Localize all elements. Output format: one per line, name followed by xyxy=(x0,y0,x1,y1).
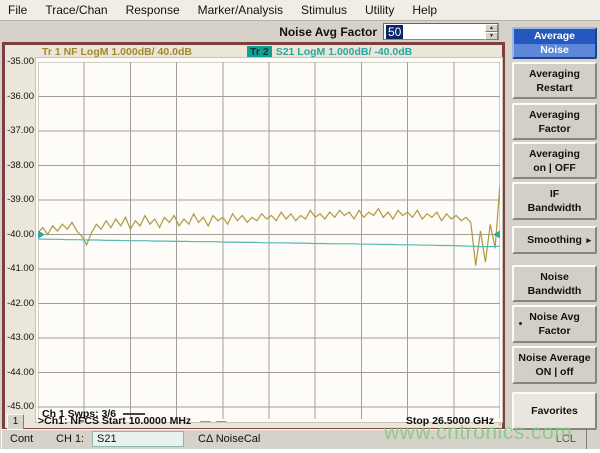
trace2-legend-dash-icon: — xyxy=(216,415,227,427)
y-axis-label: -39.00 xyxy=(5,194,34,205)
noise-avg-factor-value: 50 xyxy=(386,25,403,39)
measurement-status-box: S21 xyxy=(92,431,184,447)
spinner-down-icon[interactable]: ▼ xyxy=(485,32,498,40)
y-axis-label: -45.00 xyxy=(5,401,34,412)
y-axis-label: -40.00 xyxy=(5,229,34,240)
menu-stimulus[interactable]: Stimulus xyxy=(292,3,356,17)
plot-svg xyxy=(38,62,500,419)
y-axis-label: -36.00 xyxy=(5,91,34,102)
submenu-arrow-icon: ▸ xyxy=(586,233,591,247)
softkey-noise-bandwidth[interactable]: NoiseBandwidth xyxy=(512,265,597,302)
menu-response[interactable]: Response xyxy=(117,3,189,17)
cal-status: CΔ NoiseCal xyxy=(198,433,260,445)
stimulus-line: >Ch1: NFCS Start 10.0000 MHz—— xyxy=(38,415,226,427)
menu-utility[interactable]: Utility xyxy=(356,3,403,17)
status-bar: Cont CH 1: S21 CΔ NoiseCal LCL xyxy=(1,429,587,450)
y-axis-label: -43.00 xyxy=(5,332,34,343)
channel-status-label: CH 1: xyxy=(56,433,84,445)
menu-file[interactable]: File xyxy=(0,3,36,17)
softkey-smoothing[interactable]: Smoothing ▸ xyxy=(512,226,597,254)
menu-marker-analysis[interactable]: Marker/Analysis xyxy=(189,3,292,17)
toolbar: Noise Avg Factor 50 ▲ ▼ xyxy=(0,21,505,44)
softkey-averaging-restart[interactable]: AveragingRestart xyxy=(512,62,597,99)
spinner-up-icon[interactable]: ▲ xyxy=(485,24,498,32)
softkey-average-noise[interactable]: AverageNoise xyxy=(512,27,597,59)
y-axis-label: -37.00 xyxy=(5,125,34,136)
active-entry-dot-icon xyxy=(519,322,522,325)
sweep-mode-status: Cont xyxy=(10,433,33,445)
channel-number-box: 1 xyxy=(7,414,24,430)
y-axis-label: -38.00 xyxy=(5,160,34,171)
y-axis-label: -41.00 xyxy=(5,263,34,274)
stop-frequency-label: Stop 26.5000 GHz xyxy=(406,415,494,427)
menu-trace-chan[interactable]: Trace/Chan xyxy=(36,3,116,17)
softkey-averaging-on-off[interactable]: Averagingon | OFF xyxy=(512,142,597,179)
softkey-if-bandwidth[interactable]: IFBandwidth xyxy=(512,182,597,220)
y-axis-label: -44.00 xyxy=(5,367,34,378)
measurement-display: Tr 1 NF LogM 1.000dB/ 40.0dB Tr 2S21 Log… xyxy=(2,42,505,431)
softkey-noise-average-on-off[interactable]: Noise AverageON | off xyxy=(512,346,597,384)
y-axis-label: -42.00 xyxy=(5,298,34,309)
softkey-sidebar: AverageNoise AveragingRestart AveragingF… xyxy=(507,0,600,453)
softkey-favorites[interactable]: Favorites xyxy=(512,392,597,430)
noise-avg-factor-input[interactable]: 50 xyxy=(383,23,499,40)
noise-avg-factor-spinner: ▲ ▼ xyxy=(485,24,498,39)
y-axis-label: -35.00 xyxy=(5,56,34,67)
softkey-noise-avg-factor[interactable]: Noise AvgFactor xyxy=(512,305,597,343)
softkey-averaging-factor[interactable]: AveragingFactor xyxy=(512,103,597,140)
trace1-legend-dash-icon: — xyxy=(200,415,211,427)
menu-help[interactable]: Help xyxy=(403,3,446,17)
noise-avg-factor-label: Noise Avg Factor xyxy=(279,25,377,39)
